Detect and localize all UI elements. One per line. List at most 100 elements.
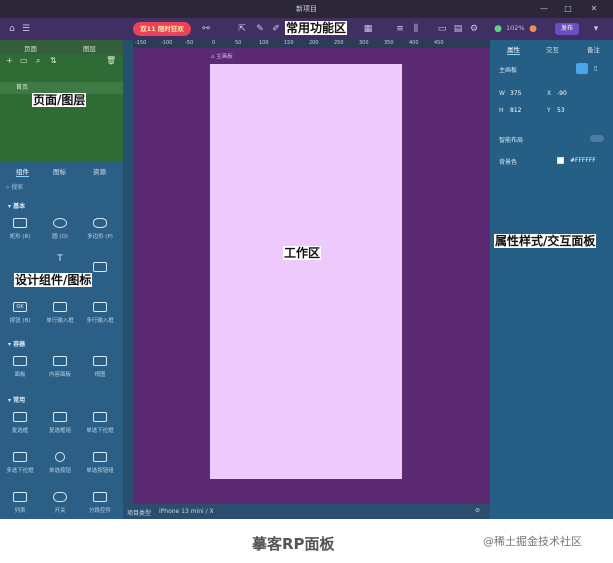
device-icon[interactable]: ▭ [436,23,448,35]
component-view[interactable]: 视图 [80,356,120,386]
tab-properties[interactable]: 属性 [507,44,520,55]
home-icon[interactable]: ⌂ [6,23,18,35]
minimize-icon[interactable]: — [538,3,550,15]
project-type-label: 项目类型 [127,510,152,517]
ruler-tick: 100 [259,40,269,46]
tab-assets[interactable]: 资源 [93,166,106,176]
pencil-icon[interactable]: ✐ [270,23,282,35]
image-icon [93,262,107,272]
component-radio[interactable]: 单选按钮 [40,452,80,482]
tab-interactions[interactable]: 交互 [546,44,559,54]
component-label: 单选按钮组 [86,468,114,474]
component-label: 按钮 (B) [9,318,31,324]
portrait-toggle[interactable] [576,63,588,74]
x-input[interactable]: -90 [557,90,567,97]
text-icon: T [57,254,63,264]
category-container[interactable]: ▾ 容器 [8,339,25,348]
component-checkbox-group[interactable]: 复选框组 [40,412,80,442]
component-textarea[interactable]: 多行输入框 [80,302,120,332]
component-label: 列表 [14,508,26,514]
category-label: 容器 [13,341,26,348]
status-bar: 项目类型 iPhone 13 mini / X ⊘ [123,504,490,519]
align-icon[interactable]: ≡ [394,23,406,35]
component-polygon[interactable]: 多边形 (P) [80,218,120,248]
component-label: 多边形 (P) [87,234,113,240]
component-dropdown[interactable]: 单选下拉框 [80,412,120,442]
component-rectangle[interactable]: 矩形 (R) [0,218,40,248]
category-basic[interactable]: ▾ 基本 [8,201,25,210]
preview-icon[interactable]: ● [527,23,539,35]
publish-button[interactable]: 发布 [555,23,579,35]
component-label: 单选按钮 [48,468,71,474]
component-search[interactable]: ⌕ 搜索 [6,182,116,194]
y-label: Y [547,107,551,114]
distribute-icon[interactable]: ⫼ [410,23,422,35]
component-switch[interactable]: 开关 [40,492,80,522]
annotation-properties: 属性样式/交互面板 [494,234,597,248]
tab-pages[interactable]: 页面 [24,43,37,53]
smart-layout-toggle[interactable] [590,135,604,142]
export-icon[interactable]: ⇱ [236,23,248,35]
component-circle[interactable]: 圆 (O) [40,218,80,248]
component-segmented[interactable]: 分段控件 [80,492,120,522]
ruler-tick: -150 [135,40,147,46]
layout-icon[interactable]: ▤ [452,23,464,35]
search-icon[interactable]: ⌕ [36,56,40,66]
tab-layers[interactable]: 图层 [83,43,96,53]
pen-icon[interactable]: ✎ [254,23,266,35]
segmented-icon [93,492,107,502]
view-icon [93,356,107,366]
settings-icon[interactable]: ⚙ [468,23,480,35]
close-icon[interactable]: ✕ [588,3,600,15]
component-label: 分段控件 [88,508,111,514]
component-panel[interactable]: 面板 [0,356,40,386]
y-input[interactable]: 53 [557,107,565,114]
more-icon[interactable]: ▾ [590,23,602,35]
link-icon[interactable]: ⚯ [200,23,212,35]
component-label: 复选框组 [48,428,71,434]
tab-notes[interactable]: 备注 [587,44,600,54]
artboard-label[interactable]: ⌂ 主画板 [211,52,233,60]
landscape-icon[interactable]: ▯ [594,65,597,72]
component-button[interactable]: OK 按钮 (B) [0,302,40,332]
circle-icon [53,218,67,228]
component-checkbox[interactable]: 复选框 [0,412,40,442]
smart-layout-label: 智能布局 [499,137,524,144]
page-layer-tabs: 页面 图层 [0,40,123,54]
rectangle-icon [13,218,27,228]
zoom-level[interactable]: 102% [506,24,525,32]
height-input[interactable]: 812 [510,107,521,114]
component-input[interactable]: 单行输入框 [40,302,80,332]
background-swatch[interactable] [557,157,564,164]
component-list[interactable]: 列表 [0,492,40,522]
multi-dropdown-icon [13,452,27,462]
category-common[interactable]: ▾ 常用 [8,395,25,404]
component-label: 多行输入框 [86,318,114,324]
list-icon [13,492,27,502]
component-radio-group[interactable]: 单选按钮组 [80,452,120,482]
sort-icon[interactable]: ⇅ [50,56,57,65]
component-content-panel[interactable]: 内容面板 [40,356,80,386]
caption-title: 摹客RP面板 [252,535,335,553]
promo-badge[interactable]: 双11 限时狂欢 [133,22,191,36]
category-label: 常用 [13,397,26,404]
watermark: @稀土掘金技术社区 [483,535,582,548]
menu-icon[interactable]: ☰ [20,23,32,35]
help-icon[interactable]: ⊘ [475,507,480,514]
tab-icons[interactable]: 图标 [53,166,66,176]
add-page-icon[interactable]: + [6,56,13,65]
folder-icon[interactable]: ▭ [20,56,28,65]
x-label: X [547,90,552,97]
grid-icon[interactable]: ▦ [362,23,374,35]
search-placeholder: 搜索 [11,184,24,191]
tab-components[interactable]: 组件 [16,166,29,177]
component-multi-dropdown[interactable]: 多选下拉框 [0,452,40,482]
device-select[interactable]: iPhone 13 mini / X [159,508,214,515]
background-value[interactable]: #FFFFFF [570,157,596,164]
textarea-icon [93,302,107,312]
maximize-icon[interactable]: □ [562,3,574,15]
width-input[interactable]: 375 [510,90,521,97]
switch-icon [53,492,67,502]
delete-icon[interactable]: 🗑 [106,56,116,65]
artboard[interactable] [210,64,402,479]
